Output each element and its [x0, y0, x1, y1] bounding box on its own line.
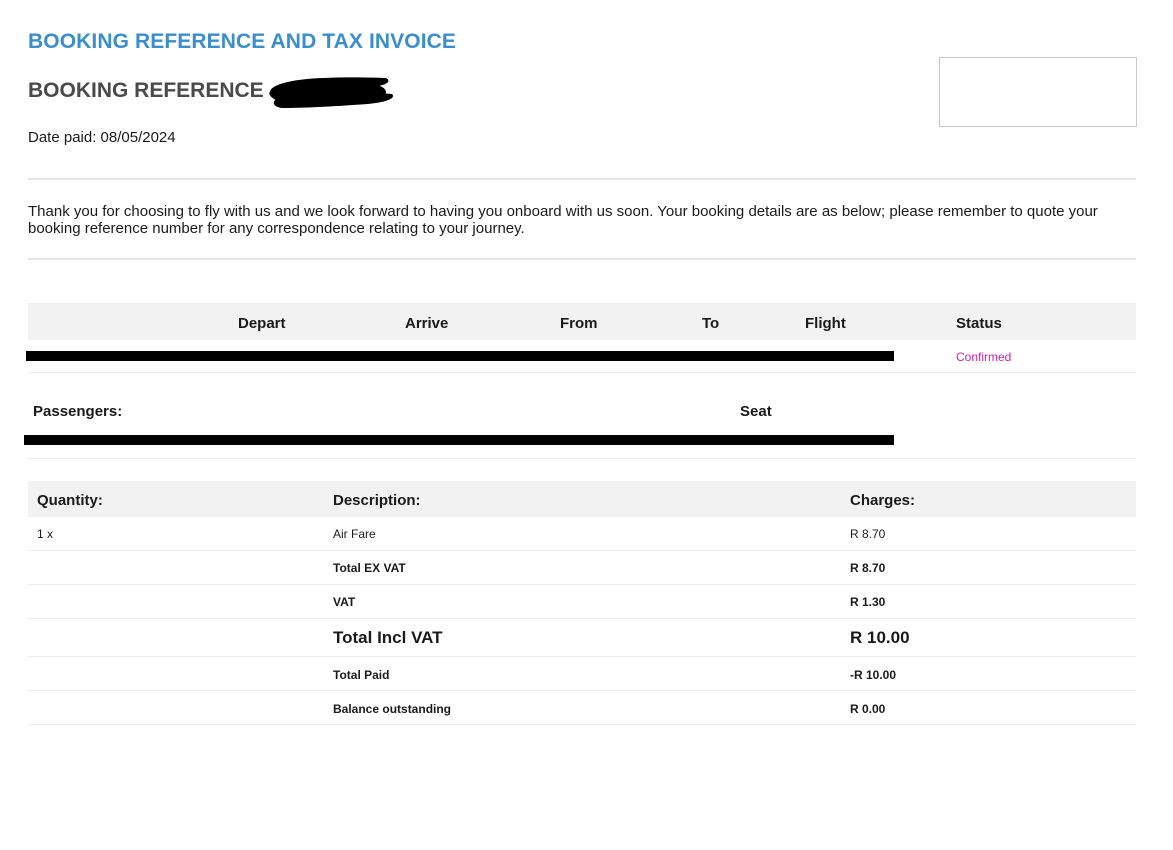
total-incl-vat-amount: R 10.00 — [850, 628, 910, 647]
charges-table-header — [28, 481, 1136, 517]
divider — [28, 258, 1136, 260]
redaction-bar — [26, 351, 894, 361]
row-divider — [28, 550, 1136, 551]
charge-description: Total Paid — [333, 668, 390, 682]
column-header-description: Description: — [333, 492, 421, 509]
invoice-page: BOOKING REFERENCE AND TAX INVOICE BOOKIN… — [0, 0, 1173, 850]
redaction-scribble — [269, 77, 393, 108]
charge-description: Air Fare — [333, 527, 376, 541]
column-header-to: To — [702, 315, 720, 332]
page-title: BOOKING REFERENCE AND TAX INVOICE — [28, 30, 456, 53]
column-header-status: Status — [956, 315, 1002, 332]
column-header-arrive: Arrive — [405, 315, 449, 332]
column-header-from: From — [560, 315, 598, 332]
logo-placeholder — [939, 57, 1137, 127]
charge-amount: -R 10.00 — [850, 668, 897, 682]
column-header-depart: Depart — [238, 315, 286, 332]
row-divider — [28, 724, 1136, 725]
row-divider — [28, 584, 1136, 585]
charge-description: Balance outstanding — [333, 702, 452, 716]
row-divider — [28, 458, 1136, 459]
total-incl-vat-label: Total Incl VAT — [333, 628, 443, 647]
column-header-charges: Charges: — [850, 492, 916, 509]
charge-description: Total EX VAT — [333, 561, 406, 575]
row-divider — [28, 618, 1136, 619]
charge-amount: R 1.30 — [850, 595, 886, 609]
charge-amount: R 8.70 — [850, 527, 886, 541]
charge-quantity: 1 x — [37, 527, 54, 541]
charge-amount: R 0.00 — [850, 702, 886, 716]
row-divider — [28, 690, 1136, 691]
seat-label: Seat — [740, 403, 772, 420]
column-header-quantity: Quantity: — [37, 492, 103, 509]
charge-amount: R 8.70 — [850, 561, 886, 575]
status-badge: Confirmed — [956, 350, 1012, 364]
divider — [28, 178, 1136, 180]
column-header-flight: Flight — [805, 315, 846, 332]
row-divider — [28, 656, 1136, 657]
intro-text: Thank you for choosing to fly with us an… — [28, 203, 1098, 237]
booking-reference-label: BOOKING REFERENCE — [28, 79, 264, 102]
redaction-bar — [24, 435, 894, 445]
passengers-label: Passengers: — [33, 403, 123, 420]
charge-description: VAT — [333, 595, 356, 609]
row-divider — [28, 372, 1136, 373]
date-paid: Date paid: 08/05/2024 — [28, 129, 176, 146]
